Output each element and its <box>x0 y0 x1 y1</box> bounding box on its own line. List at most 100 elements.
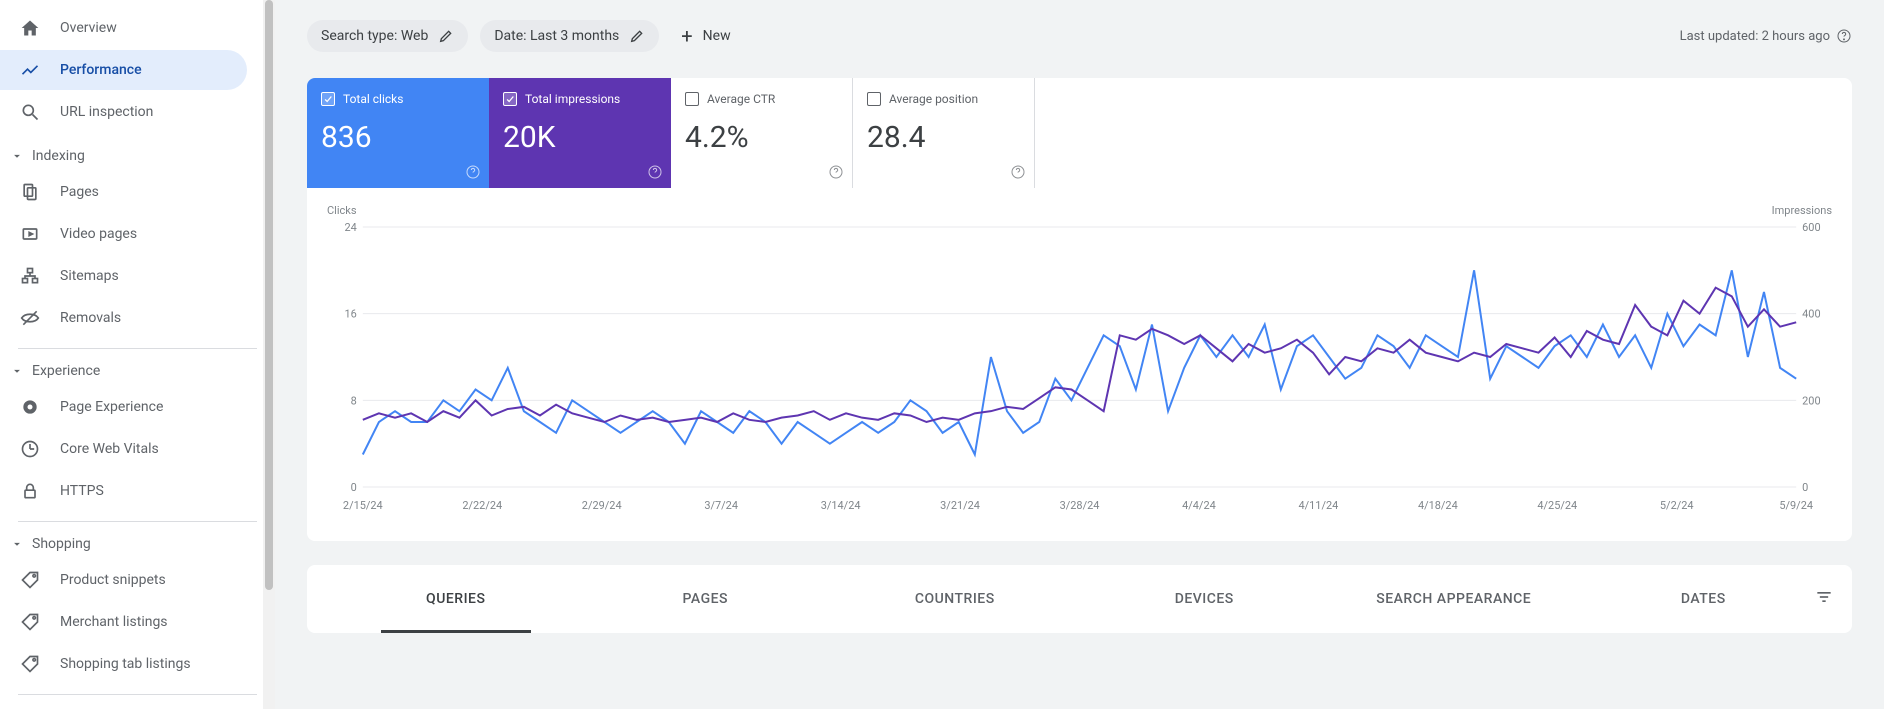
section-title: Experience <box>32 363 100 379</box>
sidebar-item-sitemaps[interactable]: Sitemaps <box>0 256 255 296</box>
svg-text:0: 0 <box>1802 481 1808 494</box>
sidebar-scrollbar[interactable] <box>263 0 275 709</box>
sidebar-item-page-experience[interactable]: Page Experience <box>0 387 255 427</box>
sidebar-item-label: Overview <box>60 20 117 36</box>
sidebar-item-url-inspection[interactable]: URL inspection <box>0 92 247 132</box>
metric-toggles: Total clicks 836 Total impressions 20K A… <box>307 78 1852 188</box>
sidebar-item-core-web-vitals[interactable]: Core Web Vitals <box>0 429 255 469</box>
svg-text:24: 24 <box>345 221 357 234</box>
sidebar-item-label: URL inspection <box>60 104 153 120</box>
sidebar-item-label: Product snippets <box>60 572 166 588</box>
svg-text:5/9/24: 5/9/24 <box>1779 499 1813 512</box>
sidebar-top-group: Overview Performance URL inspection <box>0 0 275 132</box>
svg-text:2/22/24: 2/22/24 <box>462 499 502 512</box>
tag-icon <box>20 570 40 590</box>
sidebar-item-overview[interactable]: Overview <box>0 8 247 48</box>
chevron-down-icon <box>10 364 24 378</box>
pages-icon <box>20 182 40 202</box>
chip-date-range[interactable]: Date: Last 3 months <box>480 20 659 52</box>
home-icon <box>20 18 40 38</box>
svg-text:8: 8 <box>351 394 357 407</box>
svg-text:3/28/24: 3/28/24 <box>1060 499 1100 512</box>
sitemap-icon <box>20 266 40 286</box>
metric-total-clicks[interactable]: Total clicks 836 <box>307 78 489 188</box>
section-title: Indexing <box>32 148 85 164</box>
svg-text:3/14/24: 3/14/24 <box>821 499 861 512</box>
svg-text:16: 16 <box>345 308 357 321</box>
section-header-indexing[interactable]: Indexing <box>0 134 275 170</box>
vitals-icon <box>20 439 40 459</box>
dimension-tabs: Queries Pages Countries Devices Search A… <box>331 565 1828 633</box>
help-icon[interactable] <box>828 164 844 180</box>
sidebar-item-video-pages[interactable]: Video pages <box>0 214 255 254</box>
svg-text:400: 400 <box>1802 308 1820 321</box>
last-updated: Last updated: 2 hours ago <box>1680 28 1852 44</box>
svg-text:2/29/24: 2/29/24 <box>582 499 622 512</box>
sidebar-item-https[interactable]: HTTPS <box>0 471 255 511</box>
sidebar-item-label: Merchant listings <box>60 614 168 630</box>
help-icon[interactable] <box>647 164 663 180</box>
tab-search-appearance[interactable]: Search Appearance <box>1329 565 1579 633</box>
metric-average-position[interactable]: Average position 28.4 <box>853 78 1035 188</box>
metric-total-impressions[interactable]: Total impressions 20K <box>489 78 671 188</box>
metric-average-ctr[interactable]: Average CTR 4.2% <box>671 78 853 188</box>
tab-dates[interactable]: Dates <box>1579 565 1829 633</box>
sidebar-item-label: Removals <box>60 310 121 326</box>
sidebar-item-pages[interactable]: Pages <box>0 172 255 212</box>
tab-devices[interactable]: Devices <box>1080 565 1330 633</box>
gear-icon <box>20 397 40 417</box>
tab-countries[interactable]: Countries <box>830 565 1080 633</box>
svg-text:200: 200 <box>1802 394 1820 407</box>
chip-search-type[interactable]: Search type: Web <box>307 20 468 52</box>
sidebar-item-label: Core Web Vitals <box>60 441 159 457</box>
sidebar-item-product-snippets[interactable]: Product snippets <box>0 560 255 600</box>
performance-chart-card: Total clicks 836 Total impressions 20K A… <box>307 78 1852 541</box>
sidebar-item-label: Shopping tab listings <box>60 656 191 672</box>
chevron-down-icon <box>10 537 24 551</box>
search-icon <box>20 102 40 122</box>
svg-text:4/18/24: 4/18/24 <box>1418 499 1458 512</box>
svg-text:4/11/24: 4/11/24 <box>1299 499 1339 512</box>
help-icon[interactable] <box>465 164 481 180</box>
sidebar-item-performance[interactable]: Performance <box>0 50 247 90</box>
toolbar: Search type: Web Date: Last 3 months + N… <box>307 18 1852 54</box>
sidebar-item-label: Page Experience <box>60 399 163 415</box>
svg-text:3/21/24: 3/21/24 <box>940 499 980 512</box>
sidebar-item-label: Sitemaps <box>60 268 119 284</box>
chart-icon <box>20 60 40 80</box>
sidebar-item-removals[interactable]: Removals <box>0 298 255 338</box>
plus-icon: + <box>681 26 692 46</box>
svg-text:4/4/24: 4/4/24 <box>1182 499 1216 512</box>
lock-icon <box>20 481 40 501</box>
help-icon[interactable] <box>1010 164 1026 180</box>
svg-text:0: 0 <box>351 481 357 494</box>
sidebar-item-label: Pages <box>60 184 99 200</box>
tab-queries[interactable]: Queries <box>331 565 581 633</box>
new-filter-button[interactable]: + New <box>671 18 740 54</box>
sidebar-item-shopping-tab-listings[interactable]: Shopping tab listings <box>0 644 255 684</box>
help-icon[interactable] <box>1836 28 1852 44</box>
edit-icon <box>629 28 645 44</box>
svg-text:5/2/24: 5/2/24 <box>1660 499 1694 512</box>
sidebar-item-label: Video pages <box>60 226 137 242</box>
sidebar-item-label: HTTPS <box>60 483 104 499</box>
axis-title-right: Impressions <box>1772 204 1832 217</box>
performance-chart: 08162402004006002/15/242/22/242/29/243/7… <box>323 217 1836 517</box>
sidebar: Overview Performance URL inspection Inde… <box>0 0 275 709</box>
section-header-experience[interactable]: Experience <box>0 349 275 385</box>
section-header-shopping[interactable]: Shopping <box>0 522 275 558</box>
video-icon <box>20 224 40 244</box>
svg-text:4/25/24: 4/25/24 <box>1537 499 1577 512</box>
removal-icon <box>20 308 40 328</box>
tab-pages[interactable]: Pages <box>581 565 831 633</box>
svg-text:2/15/24: 2/15/24 <box>343 499 383 512</box>
section-title: Shopping <box>32 536 91 552</box>
chevron-down-icon <box>10 149 24 163</box>
svg-text:3/7/24: 3/7/24 <box>704 499 738 512</box>
filter-icon[interactable] <box>1814 587 1834 611</box>
edit-icon <box>438 28 454 44</box>
sidebar-item-merchant-listings[interactable]: Merchant listings <box>0 602 255 642</box>
data-table-card: Queries Pages Countries Devices Search A… <box>307 565 1852 633</box>
tag-icon <box>20 654 40 674</box>
tag-icon <box>20 612 40 632</box>
